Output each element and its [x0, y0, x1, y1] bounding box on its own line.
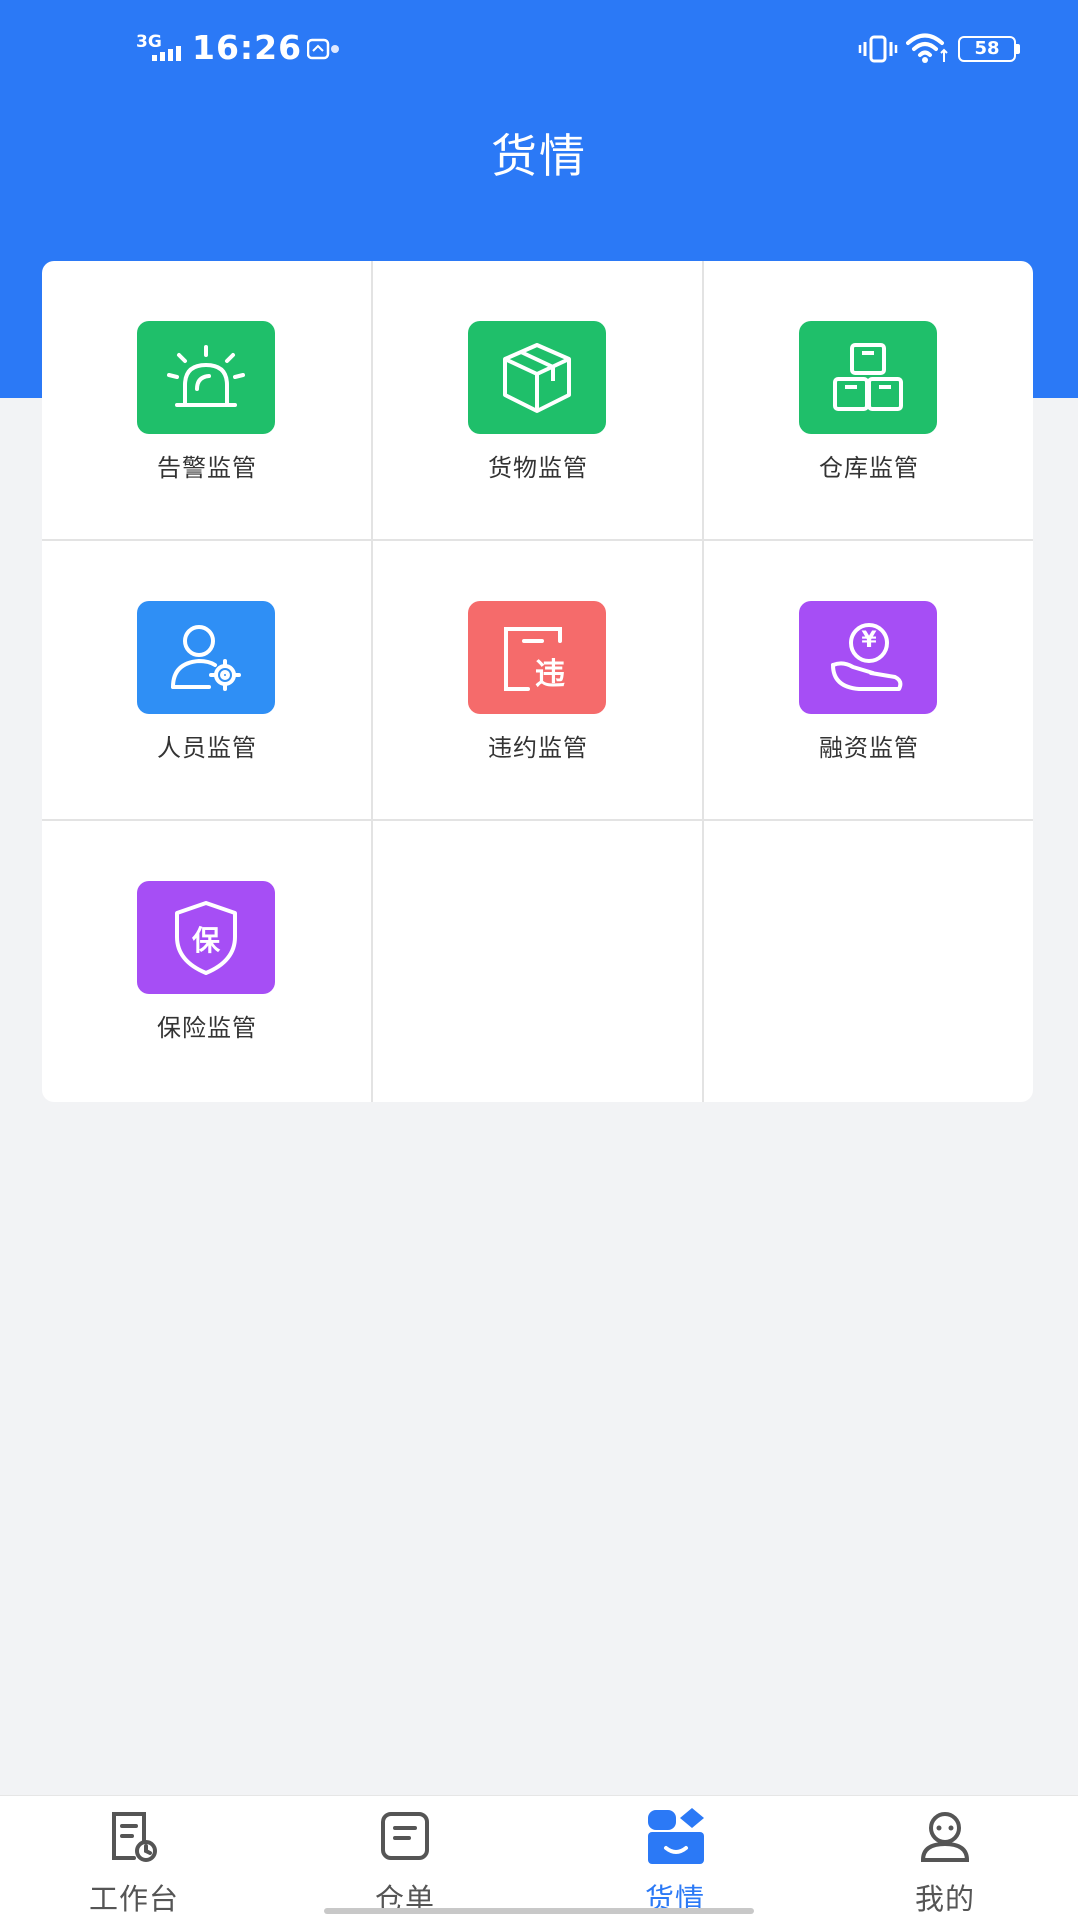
grid-item-personnel[interactable]: 人员监管 — [42, 541, 372, 821]
bottom-tab-bar: 工作台 仓单 货情 我的 — [0, 1795, 1078, 1919]
grid-item-cargo[interactable]: 货物监管 — [373, 261, 703, 541]
profile-icon — [920, 1812, 970, 1862]
grid-item-warehouse[interactable]: 仓库监管 — [704, 261, 1033, 541]
page-title: 货情 — [491, 129, 587, 183]
notification-icon — [307, 38, 339, 60]
grid-item-label: 保险监管 — [157, 1014, 257, 1042]
alarm-light-icon — [137, 321, 275, 434]
tab-workbench[interactable]: 工作台 — [34, 1796, 234, 1919]
tab-cargo-status[interactable]: 货情 — [575, 1796, 775, 1919]
grid-item-insurance[interactable]: 保 保险监管 — [42, 821, 372, 1101]
warehouse-boxes-icon — [799, 321, 937, 434]
tab-profile[interactable]: 我的 — [845, 1796, 1045, 1919]
home-indicator[interactable] — [324, 1908, 754, 1914]
tab-label: 工作台 — [88, 1882, 179, 1916]
grid-item-alarm[interactable]: 告警监管 — [42, 261, 372, 541]
grid-empty-cell — [704, 821, 1033, 1101]
insurance-glyph: 保 — [191, 924, 220, 957]
battery-level: 58 — [974, 38, 1000, 59]
workbench-doc-icon — [112, 1812, 157, 1862]
signal-icon — [152, 46, 181, 61]
grid-item-label: 违约监管 — [488, 734, 588, 762]
grid-empty-cell — [373, 821, 703, 1101]
vibrate-icon — [858, 35, 898, 63]
person-gear-icon — [137, 601, 275, 714]
yen-hand-icon: ¥ — [799, 601, 937, 714]
box-icon — [468, 321, 606, 434]
grid-item-violation[interactable]: 违 违约监管 — [373, 541, 703, 821]
receipt-icon — [381, 1812, 429, 1860]
wifi-icon — [906, 33, 948, 63]
grid-item-label: 货物监管 — [488, 454, 588, 482]
yen-glyph: ¥ — [861, 628, 877, 653]
battery-tip — [1016, 44, 1020, 54]
grid-item-label: 人员监管 — [157, 734, 257, 762]
status-bar: 3G 16:26 58 — [0, 0, 1078, 100]
grid-item-label: 告警监管 — [157, 454, 257, 482]
feature-grid: 告警监管 货物监管 仓库监管 人员监管 违 违约监管 ¥ 融资监管 保 保险监管 — [42, 261, 1033, 1102]
battery-icon: 58 — [958, 36, 1016, 62]
status-time: 16:26 — [192, 28, 303, 67]
violation-icon: 违 — [468, 601, 606, 714]
grid-item-label: 融资监管 — [819, 734, 919, 762]
insurance-shield-icon: 保 — [137, 881, 275, 994]
violation-glyph: 违 — [535, 657, 565, 692]
grid-item-financing[interactable]: ¥ 融资监管 — [704, 541, 1033, 821]
cargo-status-icon — [648, 1808, 704, 1864]
tab-label: 我的 — [914, 1882, 975, 1916]
tab-warehouse-receipt[interactable]: 仓单 — [305, 1796, 505, 1919]
grid-item-label: 仓库监管 — [819, 454, 919, 482]
